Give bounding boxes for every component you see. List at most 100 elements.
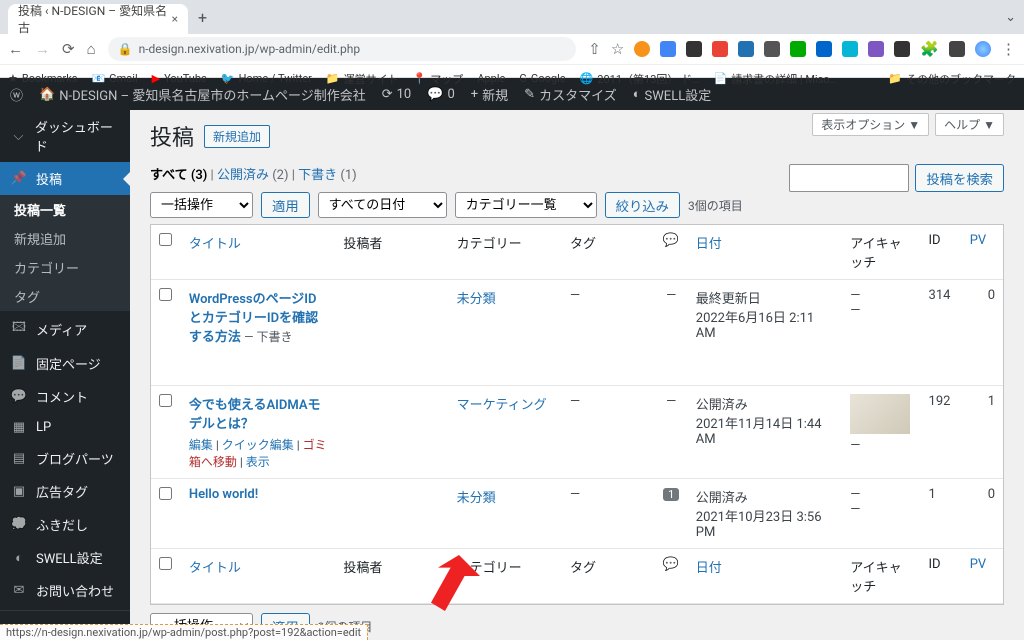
ext-icon[interactable] <box>790 41 806 57</box>
select-all-checkbox[interactable] <box>159 233 172 246</box>
bookmark[interactable]: G Google <box>519 72 565 85</box>
post-title-link[interactable]: Hello world! <box>189 487 258 502</box>
close-icon[interactable]: × <box>172 12 178 26</box>
bookmark[interactable]: 📍 マップ <box>413 71 464 87</box>
other-bookmarks[interactable]: 📁 その他のブックマーク <box>888 71 1016 87</box>
category-link[interactable]: マーケティング <box>457 398 547 413</box>
sidebar-item-blog-parts[interactable]: ▤ブログパーツ <box>0 442 130 475</box>
comment-count[interactable]: 1 <box>663 488 679 501</box>
ext-icon[interactable] <box>686 41 702 57</box>
ext-icon[interactable] <box>894 41 910 57</box>
menu-icon[interactable]: ⋮ <box>1001 40 1016 58</box>
new-content[interactable]: + 新規 <box>471 85 508 104</box>
sidebar-item-contact[interactable]: ✉お問い合わせ <box>0 574 130 607</box>
site-name[interactable]: 🏠 N-DESIGN – 愛知県名古屋市のホームページ制作会社 <box>39 85 366 104</box>
ext-icon[interactable] <box>764 41 780 57</box>
ext-icon[interactable] <box>738 41 754 57</box>
back-icon[interactable]: ← <box>8 40 23 58</box>
home-icon[interactable]: ⌂ <box>87 40 96 58</box>
bookmark[interactable]: 📧 Gmail <box>91 72 137 85</box>
row-checkbox[interactable] <box>159 288 172 301</box>
sidebar-item-fukidashi[interactable]: 💭ふきだし <box>0 508 130 541</box>
mail-icon: ✉ <box>10 583 28 598</box>
row-checkbox[interactable] <box>159 487 172 500</box>
submenu-tags[interactable]: タグ <box>0 282 130 311</box>
customize-link[interactable]: ✎ カスタマイズ <box>524 85 617 104</box>
pv-cell: 0 <box>962 479 1003 549</box>
category-link[interactable]: 未分類 <box>457 491 496 506</box>
sidebar-item-pages[interactable]: 📄固定ページ <box>0 347 130 380</box>
row-checkbox[interactable] <box>159 394 172 407</box>
sidebar-item-ad-tag[interactable]: ▣広告タグ <box>0 475 130 508</box>
col-pv[interactable]: PV <box>962 225 1003 280</box>
wp-logo-icon[interactable]: ⓦ <box>10 85 23 104</box>
search-button[interactable]: 投稿を検索 <box>915 164 1004 192</box>
star-icon[interactable]: ☆ <box>611 40 624 58</box>
comment-icon: 💬 <box>10 389 28 404</box>
bulk-action-select[interactable]: 一括操作 <box>150 192 253 218</box>
bookmark[interactable]: ★ Bookmarks <box>8 72 77 85</box>
bookmark[interactable]: ▶ YouTube <box>152 72 207 85</box>
ext-icon[interactable] <box>842 41 858 57</box>
updates-link[interactable]: ⟳ 10 <box>382 87 412 102</box>
col-thumb: アイキャッチ <box>842 549 920 604</box>
table-row: 今でも使えるAIDMAモデルとは？ 編集 | クイック編集 | ゴミ箱へ移動 |… <box>151 386 1003 479</box>
sidebar-item-comments[interactable]: 💬コメント <box>0 380 130 413</box>
sidebar-item-dashboard[interactable]: ⌵ダッシュボード <box>0 110 130 162</box>
share-icon[interactable]: ⇧ <box>588 40 601 58</box>
search-input[interactable] <box>789 164 909 192</box>
sidebar-item-posts[interactable]: 📌投稿 <box>0 162 130 195</box>
post-title-link[interactable]: 今でも使えるAIDMAモデルとは？ <box>189 398 321 432</box>
sidebar-item-media[interactable]: 🖾メディア <box>0 311 130 347</box>
category-filter-select[interactable]: カテゴリー一覧 <box>455 192 597 218</box>
edit-link[interactable]: 編集 <box>189 438 213 452</box>
col-title[interactable]: タイトル <box>181 225 335 280</box>
filter-button[interactable]: 絞り込み <box>605 192 680 218</box>
bookmark[interactable]: 📄 請求書の詳細 | Miso… <box>713 71 836 87</box>
apply-button[interactable]: 適用 <box>261 192 310 218</box>
help-button[interactable]: ヘルプ ▼ <box>935 113 1004 136</box>
ext-icon[interactable] <box>660 41 676 57</box>
add-new-button[interactable]: 新規追加 <box>204 125 270 148</box>
reload-icon[interactable]: ⟳ <box>62 40 75 58</box>
filter-all[interactable]: すべて (3) <box>150 168 207 183</box>
col-comments[interactable]: 💬 <box>655 225 688 280</box>
forward-icon[interactable]: → <box>35 40 50 58</box>
col-pv[interactable]: PV <box>962 549 1003 604</box>
sidebar-item-lp[interactable]: ▦LP <box>0 413 130 442</box>
select-all-checkbox-bottom[interactable] <box>159 557 172 570</box>
screen-options-button[interactable]: 表示オプション ▼ <box>812 113 929 136</box>
ext-icon[interactable] <box>868 41 884 57</box>
comments-link[interactable]: 💬 0 <box>427 87 455 102</box>
url-bar[interactable]: 🔒 n-design.nexivation.jp/wp-admin/edit.p… <box>108 37 577 61</box>
date-filter-select[interactable]: すべての日付 <box>318 192 447 218</box>
ad-icon: ▣ <box>10 484 28 499</box>
view-link[interactable]: 表示 <box>246 455 270 469</box>
category-link[interactable]: 未分類 <box>457 292 496 307</box>
submenu-add-new[interactable]: 新規追加 <box>0 224 130 253</box>
quick-edit-link[interactable]: クイック編集 <box>222 438 294 452</box>
ext-icon[interactable] <box>816 41 832 57</box>
bookmark[interactable]: Apple <box>477 72 505 85</box>
col-comments[interactable]: 💬 <box>655 549 688 604</box>
col-date[interactable]: 日付 <box>688 225 842 280</box>
col-title[interactable]: タイトル <box>181 549 335 604</box>
browser-tab[interactable]: 投稿 ‹ N-DESIGN – 愛知県名古 × <box>8 4 188 34</box>
new-tab-button[interactable]: + <box>198 8 207 27</box>
media-icon: 🖾 <box>10 318 28 340</box>
puzzle-icon[interactable]: 🧩 <box>920 40 939 58</box>
filter-published[interactable]: 公開済み <box>217 168 269 183</box>
window-minimize-icon[interactable]: ⌄ <box>1005 10 1016 25</box>
avatar[interactable] <box>975 41 991 57</box>
extension-icons: ⇧ ☆ 🧩 ⋮ <box>588 40 1016 58</box>
ext-icon[interactable] <box>949 41 965 57</box>
submenu-categories[interactable]: カテゴリー <box>0 253 130 282</box>
submenu-all-posts[interactable]: 投稿一覧 <box>0 195 130 224</box>
ext-icon[interactable] <box>712 41 728 57</box>
col-date[interactable]: 日付 <box>688 549 842 604</box>
sidebar-item-swell[interactable]: ◐SWELL設定 <box>0 541 130 574</box>
swell-link[interactable]: ◐ SWELL設定 <box>633 85 712 104</box>
ext-icon[interactable] <box>634 41 650 57</box>
bookmark[interactable]: 🐦 Home / Twitter <box>221 72 312 85</box>
filter-draft[interactable]: 下書き <box>298 168 337 183</box>
